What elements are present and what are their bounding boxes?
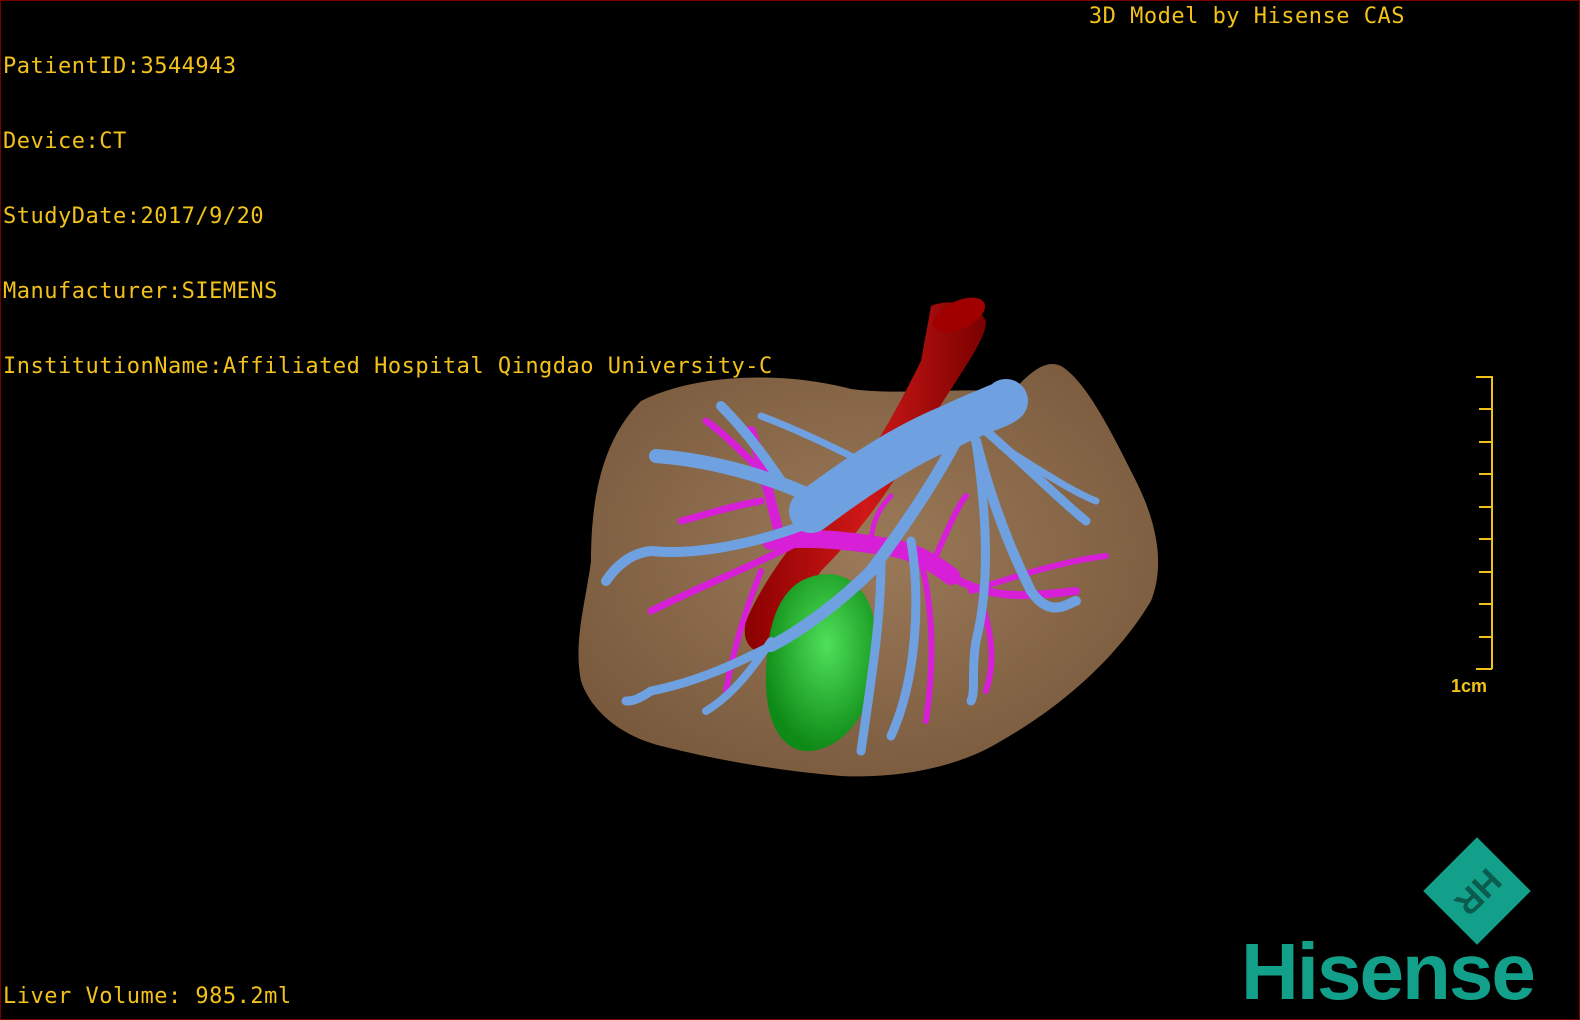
scale-bar — [1476, 376, 1493, 670]
scale-label: 1cm — [1451, 676, 1488, 696]
hisense-logo: Hisense — [1241, 927, 1536, 1016]
ct-3d-viewport[interactable]: PatientID:3544943 Device:CT StudyDate:20… — [0, 0, 1580, 1020]
liver-3d-model[interactable]: HR — [1, 1, 1580, 1020]
liver-volume-text: Liver Volume: 985.2ml — [3, 984, 292, 1009]
